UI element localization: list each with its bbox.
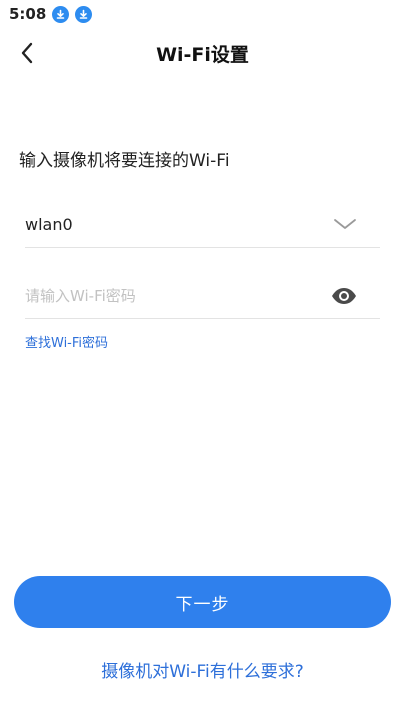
- download-icon: [52, 5, 70, 23]
- ssid-value: wlan0: [25, 215, 73, 234]
- next-button[interactable]: 下一步: [14, 576, 391, 628]
- password-field: [25, 273, 380, 319]
- header: Wi-Fi设置: [0, 28, 405, 78]
- wifi-requirements-link[interactable]: 摄像机对Wi-Fi有什么要求?: [0, 657, 405, 682]
- chevron-down-icon[interactable]: [332, 215, 358, 233]
- instruction-text: 输入摄像机将要连接的Wi-Fi: [19, 151, 230, 171]
- password-input[interactable]: [25, 281, 315, 311]
- status-bar: 5:08: [0, 0, 405, 28]
- find-wifi-password-link[interactable]: 查找Wi-Fi密码: [25, 332, 108, 351]
- page-title: Wi-Fi设置: [156, 44, 249, 66]
- eye-icon[interactable]: [330, 285, 358, 307]
- ssid-selector[interactable]: wlan0: [25, 202, 380, 248]
- status-time: 5:08: [9, 5, 47, 23]
- download-icon: [75, 5, 93, 23]
